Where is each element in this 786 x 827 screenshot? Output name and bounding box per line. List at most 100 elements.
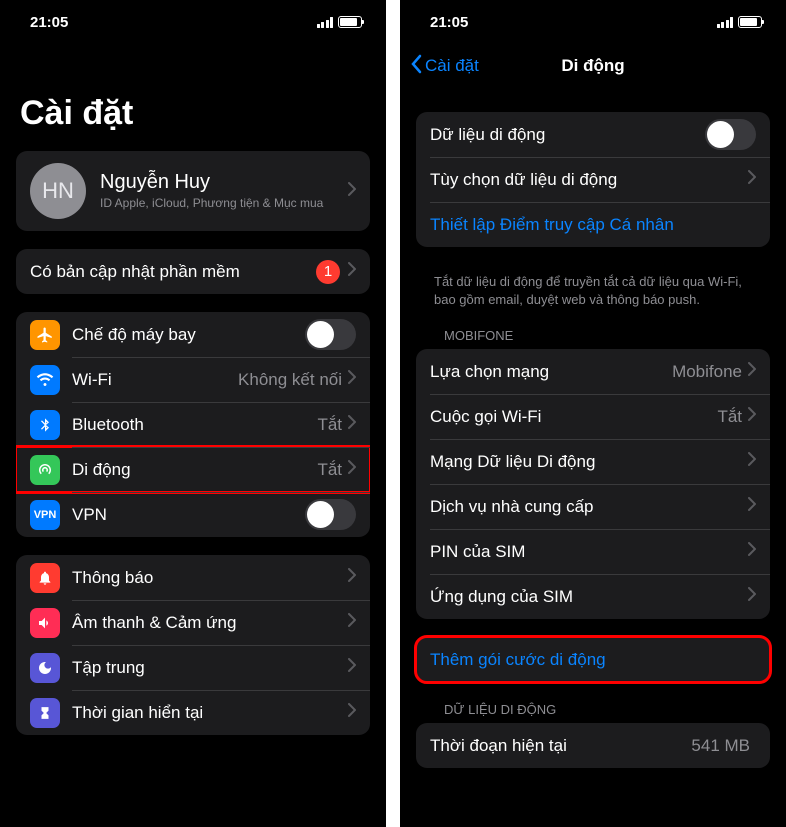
signal-icon <box>317 17 334 28</box>
row-label: Dịch vụ nhà cung cấp <box>430 497 748 517</box>
sounds-row[interactable]: Âm thanh & Cảm ứng <box>16 600 370 645</box>
chevron-right-icon <box>348 568 356 587</box>
wifi-icon <box>30 365 60 395</box>
row-label: Dữ liệu di động <box>430 125 705 145</box>
chevron-right-icon <box>348 703 356 722</box>
cellular-data-row[interactable]: Dữ liệu di động <box>416 112 770 157</box>
cellular-data-switch[interactable] <box>705 119 756 150</box>
notifications-group: Thông báo Âm thanh & Cảm ứng Tập trung <box>16 555 370 735</box>
item-value: Tắt <box>317 415 342 435</box>
chevron-left-icon <box>410 54 422 79</box>
vpn-switch[interactable] <box>305 499 356 530</box>
chevron-right-icon <box>348 182 356 201</box>
back-button[interactable]: Cài đặt <box>410 54 479 79</box>
item-label: VPN <box>72 505 305 525</box>
bell-icon <box>30 563 60 593</box>
current-period-row[interactable]: Thời đoạn hiện tại 541 MB <box>416 723 770 768</box>
network-selection-row[interactable]: Lựa chọn mạng Mobifone <box>416 349 770 394</box>
row-value: Tắt <box>717 407 742 427</box>
row-label: Thời đoạn hiện tại <box>430 736 691 756</box>
moon-icon <box>30 653 60 683</box>
row-label: Ứng dụng của SIM <box>430 587 748 607</box>
vpn-row[interactable]: VPN VPN <box>16 492 370 537</box>
connectivity-group: Chế độ máy bay Wi-Fi Không kết nối Bluet… <box>16 312 370 537</box>
cellular-screen: 21:05 Cài đặt Di động Dữ liệu di động Tù… <box>400 0 786 827</box>
chevron-right-icon <box>748 542 756 561</box>
status-bar: 21:05 <box>400 0 786 44</box>
screentime-row[interactable]: Thời gian hiển tại <box>16 690 370 735</box>
status-indicators <box>717 16 763 28</box>
back-label: Cài đặt <box>425 56 479 76</box>
status-indicators <box>317 16 363 28</box>
data-usage-header: DỮ LIỆU DI ĐỘNG <box>416 700 770 723</box>
cellular-data-group: Dữ liệu di động Tùy chọn dữ liệu di động… <box>416 112 770 247</box>
item-label: Di động <box>72 460 317 480</box>
status-bar: 21:05 <box>0 0 386 44</box>
chevron-right-icon <box>748 587 756 606</box>
nav-bar: Cài đặt Di động <box>400 44 786 88</box>
chevron-right-icon <box>348 415 356 434</box>
data-usage-group: Thời đoạn hiện tại 541 MB <box>416 723 770 768</box>
chevron-right-icon <box>348 613 356 632</box>
item-value: Không kết nối <box>238 370 342 390</box>
airplane-mode-row[interactable]: Chế độ máy bay <box>16 312 370 357</box>
bluetooth-row[interactable]: Bluetooth Tắt <box>16 402 370 447</box>
cellular-icon <box>30 455 60 485</box>
chevron-right-icon <box>748 407 756 426</box>
row-label: Tùy chọn dữ liệu di động <box>430 170 748 190</box>
cellular-row[interactable]: Di động Tắt <box>16 447 370 492</box>
wifi-row[interactable]: Wi-Fi Không kết nối <box>16 357 370 402</box>
profile-group: HN Nguyễn Huy ID Apple, iCloud, Phương t… <box>16 151 370 231</box>
airplane-icon <box>30 320 60 350</box>
profile-row[interactable]: HN Nguyễn Huy ID Apple, iCloud, Phương t… <box>16 151 370 231</box>
wifi-calling-row[interactable]: Cuộc gọi Wi-Fi Tắt <box>416 394 770 439</box>
vpn-icon: VPN <box>30 500 60 530</box>
battery-icon <box>338 16 362 28</box>
notifications-row[interactable]: Thông báo <box>16 555 370 600</box>
chevron-right-icon <box>348 658 356 677</box>
chevron-right-icon <box>348 262 356 281</box>
status-time: 21:05 <box>430 14 468 31</box>
chevron-right-icon <box>748 170 756 189</box>
row-label: PIN của SIM <box>430 542 748 562</box>
focus-row[interactable]: Tập trung <box>16 645 370 690</box>
battery-icon <box>738 16 762 28</box>
hourglass-icon <box>30 698 60 728</box>
sound-icon <box>30 608 60 638</box>
chevron-right-icon <box>348 370 356 389</box>
row-label: Thiết lập Điểm truy cập Cá nhân <box>430 215 756 235</box>
page-title: Cài đặt <box>0 44 386 151</box>
row-label: Lựa chọn mạng <box>430 362 672 382</box>
item-label: Bluetooth <box>72 415 317 435</box>
item-label: Thông báo <box>72 568 348 588</box>
carrier-group: Lựa chọn mạng Mobifone Cuộc gọi Wi-Fi Tắ… <box>416 349 770 619</box>
avatar: HN <box>30 163 86 219</box>
sim-apps-row[interactable]: Ứng dụng của SIM <box>416 574 770 619</box>
row-label: Cuộc gọi Wi-Fi <box>430 407 717 427</box>
item-value: Tắt <box>317 460 342 480</box>
update-group: Có bản cập nhật phần mềm 1 <box>16 249 370 294</box>
cellular-options-row[interactable]: Tùy chọn dữ liệu di động <box>416 157 770 202</box>
signal-icon <box>717 17 734 28</box>
sim-pin-row[interactable]: PIN của SIM <box>416 529 770 574</box>
cellular-footer: Tắt dữ liệu di động để truyền tắt cả dữ … <box>416 265 770 326</box>
update-badge: 1 <box>316 260 340 284</box>
hotspot-setup-row[interactable]: Thiết lập Điểm truy cập Cá nhân <box>416 202 770 247</box>
profile-name: Nguyễn Huy <box>100 171 348 194</box>
chevron-right-icon <box>748 452 756 471</box>
software-update-row[interactable]: Có bản cập nhật phần mềm 1 <box>16 249 370 294</box>
add-plan-row[interactable]: Thêm gói cước di động <box>416 637 770 682</box>
add-plan-group: Thêm gói cước di động <box>416 637 770 682</box>
airplane-switch[interactable] <box>305 319 356 350</box>
bluetooth-icon <box>30 410 60 440</box>
item-label: Tập trung <box>72 658 348 678</box>
item-label: Âm thanh & Cảm ứng <box>72 613 348 633</box>
carrier-services-row[interactable]: Dịch vụ nhà cung cấp <box>416 484 770 529</box>
carrier-header: MOBIFONE <box>416 326 770 349</box>
item-label: Chế độ máy bay <box>72 325 305 345</box>
row-value: 541 MB <box>691 736 750 756</box>
chevron-right-icon <box>348 460 356 479</box>
cellular-data-network-row[interactable]: Mạng Dữ liệu Di động <box>416 439 770 484</box>
software-update-label: Có bản cập nhật phần mềm <box>30 262 316 282</box>
item-label: Wi-Fi <box>72 370 238 390</box>
